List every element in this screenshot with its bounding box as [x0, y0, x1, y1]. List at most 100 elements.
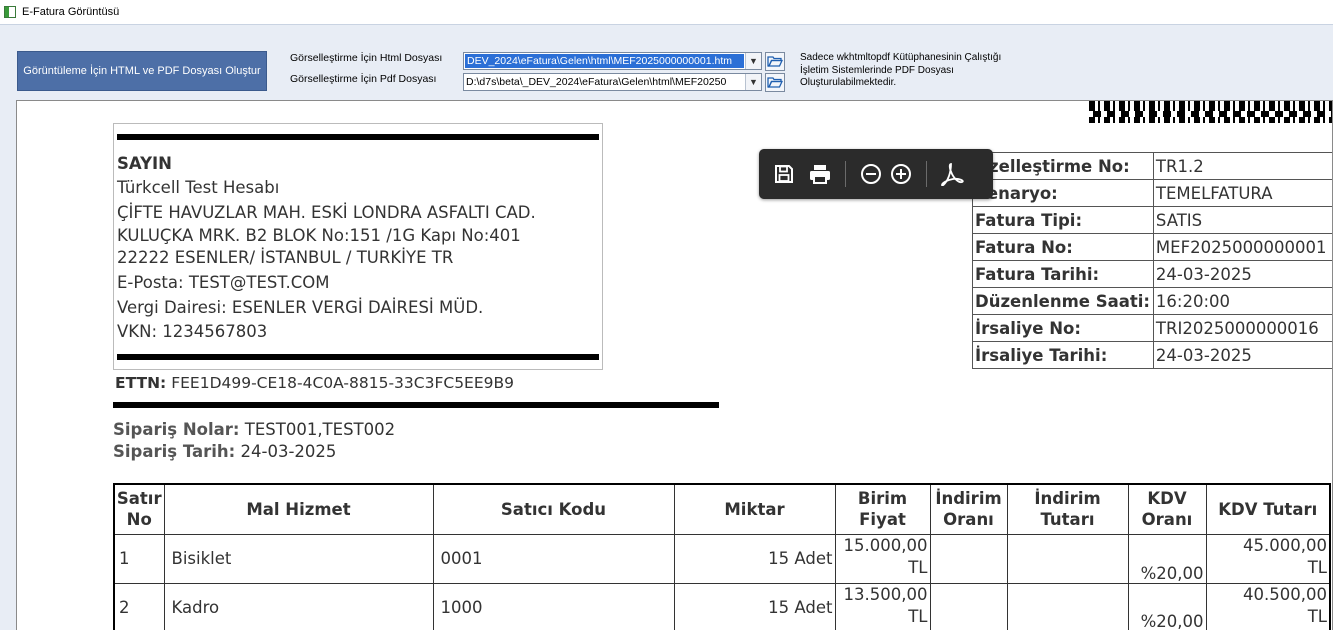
client-area: Görüntüleme İçin HTML ve PDF Dosyası Olu…	[0, 24, 1333, 630]
invoice-document: SAYIN Türkcell Test Hesabı ÇİFTE HAVUZLA…	[17, 101, 1332, 630]
pdf-file-value: D:\d7s\beta\_DEV_2024\eFatura\Gelen\html…	[466, 76, 727, 88]
pdf-file-combo[interactable]: D:\d7s\beta\_DEV_2024\eFatura\Gelen\html…	[463, 73, 762, 91]
meta-value: TEMELFATURA	[1152, 179, 1332, 207]
table-header-row: Satır No Mal Hizmet Satıcı Kodu Miktar Bi…	[113, 483, 1331, 535]
cell-seller-code: 1000	[432, 582, 675, 630]
meta-row: Fatura No: MEF2025000000001	[972, 233, 1332, 261]
order-info: Sipariş Nolar: TEST001,TEST002 Sipariş T…	[113, 419, 395, 463]
order-no-value: TEST001,TEST002	[244, 420, 396, 439]
zoom-in-icon	[891, 164, 911, 184]
cell-unit-price: 15.000,00 TL	[834, 533, 931, 584]
meta-key: Fatura No:	[972, 233, 1154, 261]
print-button[interactable]	[805, 159, 835, 189]
buyer-email: E-Posta: TEST@TEST.COM	[117, 272, 330, 292]
document-viewer[interactable]: SAYIN Türkcell Test Hesabı ÇİFTE HAVUZLA…	[16, 100, 1333, 630]
buyer-info: SAYIN Türkcell Test Hesabı ÇİFTE HAVUZLA…	[117, 152, 536, 343]
zoom-in-button[interactable]	[886, 159, 916, 189]
cell-row-no: 1	[113, 533, 165, 584]
pdf-note: Sadece wkhtmltopdf Kütüphanesinin Çalışt…	[800, 52, 1002, 88]
buyer-heading: SAYIN	[117, 154, 172, 173]
ettn-label: ETTN:	[115, 374, 167, 392]
col-discount-rate: İndirim Oranı	[929, 483, 1008, 535]
cell-vat-rate: %20,00	[1127, 582, 1207, 630]
meta-row: Fatura Tarihi: 24-03-2025	[972, 260, 1332, 288]
ettn: ETTN: FEE1D499-CE18-4C0A-8815-33C3FC5EE9…	[115, 374, 514, 392]
zoom-out-button[interactable]	[856, 159, 886, 189]
buyer-tax-office: Vergi Dairesi: ESENLER VERGİ DAİRESİ MÜD…	[117, 298, 484, 317]
meta-value: TRI2025000000016	[1152, 314, 1332, 342]
meta-row: Fatura Tipi: SATIS	[972, 206, 1332, 234]
buyer-name: Türkcell Test Hesabı	[117, 177, 280, 197]
cell-discount-rate	[929, 582, 1008, 630]
zoom-out-icon	[861, 164, 881, 184]
cell-seller-code: 0001	[432, 533, 675, 584]
folder-open-icon	[767, 56, 783, 67]
meta-key: İrsaliye Tarihi:	[972, 341, 1154, 369]
col-discount-amount: İndirim Tutarı	[1006, 483, 1129, 535]
chevron-down-icon[interactable]: ▼	[745, 53, 761, 69]
html-file-value: DEV_2024\eFatura\Gelen\html\MEF202500000…	[465, 54, 744, 68]
meta-key: İrsaliye No:	[972, 314, 1154, 342]
meta-value: TR1.2	[1152, 152, 1332, 180]
buyer-vkn: VKN: 1234567803	[117, 321, 268, 341]
cell-discount-amount	[1006, 582, 1129, 630]
app-icon	[4, 6, 16, 18]
col-vat-rate: KDV Oranı	[1127, 483, 1207, 535]
title-bar: E-Fatura Görüntüsü	[0, 0, 1333, 24]
pdf-file-label: Görselleştirme İçin Pdf Dosyası	[290, 73, 437, 85]
meta-row: Özelleştirme No: TR1.2	[972, 152, 1332, 180]
col-unit-price: Birim Fiyat	[834, 483, 931, 535]
meta-key: Fatura Tarihi:	[972, 260, 1154, 288]
meta-row: Düzenlenme Saati: 16:20:00	[972, 287, 1332, 315]
save-icon	[775, 165, 793, 183]
browse-pdf-button[interactable]	[765, 73, 785, 92]
col-vat-amount: KDV Tutarı	[1205, 483, 1331, 535]
meta-row: İrsaliye No: TRI2025000000016	[972, 314, 1332, 342]
print-icon	[810, 165, 830, 184]
col-row-no: Satır No	[113, 483, 165, 535]
cell-row-no: 2	[113, 582, 165, 630]
cell-unit-price: 13.500,00 TL	[834, 582, 931, 630]
col-quantity: Miktar	[673, 483, 836, 535]
meta-key: Senaryo:	[972, 179, 1154, 207]
order-date-label: Sipariş Tarih:	[113, 442, 236, 461]
generate-html-pdf-button[interactable]: Görüntüleme İçin HTML ve PDF Dosyası Olu…	[17, 51, 267, 91]
meta-row: Senaryo: TEMELFATURA	[972, 179, 1332, 207]
meta-key: Özelleştirme No:	[972, 152, 1154, 180]
meta-value: 16:20:00	[1152, 287, 1332, 315]
meta-key: Fatura Tipi:	[972, 206, 1154, 234]
cell-vat-rate: %20,00	[1127, 533, 1207, 584]
cell-item: Bisiklet	[163, 533, 434, 584]
divider	[113, 402, 719, 408]
html-file-label: Görselleştirme İçin Html Dosyası	[290, 52, 443, 64]
cell-item: Kadro	[163, 582, 434, 630]
col-seller-code: Satıcı Kodu	[432, 483, 675, 535]
cell-vat-amount: 45.000,00 TL	[1205, 533, 1331, 584]
open-in-acrobat-button[interactable]	[937, 159, 967, 189]
save-button[interactable]	[769, 159, 799, 189]
buyer-address-1: ÇİFTE HAVUZLAR MAH. ESKİ LONDRA ASFALTI …	[117, 203, 536, 222]
cell-quantity: 15 Adet	[673, 582, 836, 630]
col-item: Mal Hizmet	[163, 483, 434, 535]
window-title: E-Fatura Görüntüsü	[22, 6, 120, 18]
invoice-meta-table: Özelleştirme No: TR1.2 Senaryo: TEMELFATURA…	[972, 152, 1332, 369]
buyer-address-2: KULUÇKA MRK. B2 BLOK No:151 /1G Kapı No:…	[117, 225, 521, 245]
cell-discount-rate	[929, 533, 1008, 584]
meta-row: İrsaliye Tarihi: 24-03-2025	[972, 341, 1332, 369]
cell-vat-amount: 40.500,00 TL	[1205, 582, 1331, 630]
pdf-viewer-toolbar	[759, 149, 993, 199]
table-row: 1 Bisiklet 0001 15 Adet 15.000,00 TL %20,00 45.…	[113, 533, 1331, 584]
cell-discount-amount	[1006, 533, 1129, 584]
order-no-label: Sipariş Nolar:	[113, 420, 240, 439]
meta-value: 24-03-2025	[1152, 260, 1332, 288]
meta-value: MEF2025000000001	[1152, 233, 1332, 261]
invoice-items-table: Satır No Mal Hizmet Satıcı Kodu Miktar Bi…	[113, 483, 1331, 630]
meta-key: Düzenlenme Saati:	[972, 287, 1154, 315]
chevron-down-icon[interactable]: ▼	[745, 74, 761, 90]
html-file-combo[interactable]: DEV_2024\eFatura\Gelen\html\MEF202500000…	[463, 52, 762, 70]
meta-value: 24-03-2025	[1152, 341, 1332, 369]
buyer-box: SAYIN Türkcell Test Hesabı ÇİFTE HAVUZLA…	[113, 123, 603, 370]
folder-open-icon	[767, 77, 783, 88]
browse-html-button[interactable]	[765, 52, 785, 71]
table-row: 2 Kadro 1000 15 Adet 13.500,00 TL %20,00 40.500…	[113, 582, 1331, 630]
